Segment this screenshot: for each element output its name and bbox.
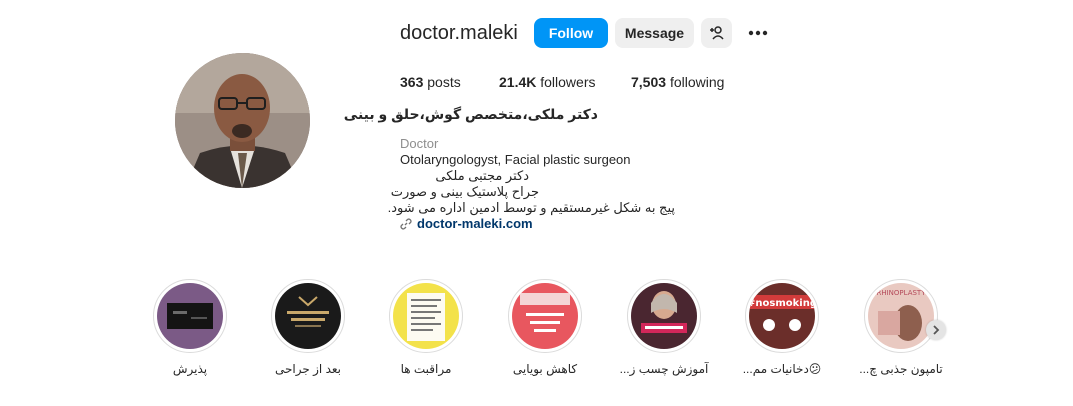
following-count: 7,503 [631,74,667,90]
followers-stat[interactable]: 21.4K followers [499,74,596,90]
following-label: following [669,74,725,90]
profile-username: doctor.maleki [400,22,518,44]
highlight-label: آموزش چسب ز... [619,362,709,376]
bio-line: پیج به شکل غیرمستقیم و توسط ادمین اداره … [387,200,675,215]
highlight-label: تامپون جذبی چ... [859,362,943,376]
highlight-cover-text: #nosmoking [749,298,815,309]
highlight-cover-7: RHINOPLASTY [868,283,934,349]
bio-line: Otolaryngologyst, Facial plastic surgeon [400,152,631,167]
posts-count: 363 [400,74,424,90]
posts-stat: 363 posts [400,74,461,90]
highlight-label: بعد از جراحی [274,362,342,376]
profile-category: Doctor [400,136,439,151]
profile-full-name: دکتر ملکی،متخصص گوش،حلق و بینی [343,106,598,122]
highlight-cover-2 [275,283,341,349]
followers-count: 21.4K [499,74,537,90]
message-button[interactable]: Message [615,18,694,48]
story-highlight[interactable] [153,279,227,353]
followers-label: followers [540,74,596,90]
person-plus-icon [709,26,724,40]
highlight-cover-5 [631,283,697,349]
highlight-cover-text: RHINOPLASTY [876,289,926,297]
bio-line: جراح پلاستیک بینی و صورت [390,184,539,199]
profile-avatar[interactable] [175,53,310,188]
more-dots-icon [748,30,768,36]
posts-label: posts [427,74,461,90]
profile-bio: Otolaryngologyst, Facial plastic surgeon… [387,152,675,216]
avatar-photo [175,53,310,188]
suggest-user-button[interactable] [701,18,732,48]
story-highlight[interactable]: RHINOPLASTY [864,279,938,353]
story-highlight[interactable] [508,279,582,353]
highlight-label: مراقبت ها [400,362,452,376]
highlight-cover-4 [512,283,578,349]
highlight-cover-1 [157,283,223,349]
story-highlight[interactable] [271,279,345,353]
story-highlight[interactable]: #nosmoking [745,279,819,353]
link-icon [400,217,412,230]
story-highlight[interactable] [389,279,463,353]
more-options-button[interactable] [745,18,771,48]
bio-line: دکتر مجتبی ملکی [435,168,529,183]
highlight-cover-6: #nosmoking [749,283,815,349]
website-link[interactable]: doctor-maleki.com [400,216,533,231]
story-highlight[interactable] [627,279,701,353]
follow-button[interactable]: Follow [534,18,608,48]
highlight-label: پذیرش [172,362,208,376]
following-stat[interactable]: 7,503 following [631,74,724,90]
chevron-right-icon [933,325,940,335]
highlight-label: 😕دخانیات مم... [742,362,822,376]
highlight-cover-3 [393,283,459,349]
highlights-next-button[interactable] [926,320,946,340]
highlight-label: کاهش بویایی [512,362,578,376]
website-link-text: doctor-maleki.com [417,216,533,231]
